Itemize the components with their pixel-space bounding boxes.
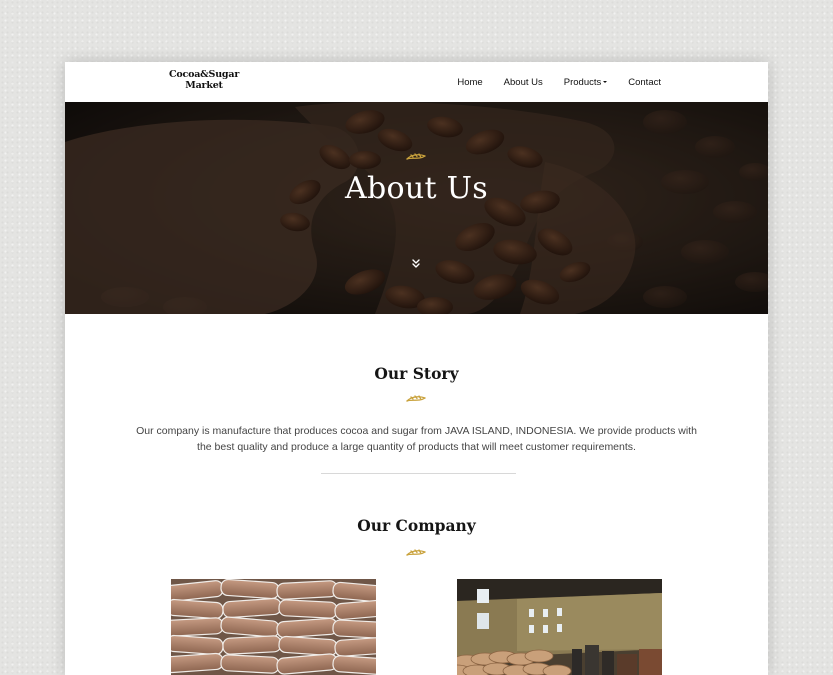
nav-item-products[interactable]: Products bbox=[564, 77, 608, 88]
nav-item-products-label: Products bbox=[563, 76, 602, 88]
wheat-ornament-icon bbox=[406, 549, 426, 556]
story-paragraph: Our company is manufacture that produces… bbox=[136, 425, 697, 453]
logo-line-1: Cocoa&Sugar bbox=[169, 69, 240, 80]
nav-item-home[interactable]: Home bbox=[457, 77, 482, 88]
company-title: Our Company bbox=[357, 516, 476, 535]
top-navbar: Cocoa&Sugar Market Home About Us Product… bbox=[65, 62, 768, 102]
double-chevron-down-icon[interactable] bbox=[410, 258, 422, 270]
warehouse-photo bbox=[457, 579, 662, 675]
hero-background-image bbox=[65, 102, 768, 314]
hero-title: About Us bbox=[345, 171, 488, 206]
nav-item-about-us[interactable]: About Us bbox=[504, 77, 543, 88]
wheat-ornament-icon bbox=[406, 395, 426, 402]
main-nav: Home About Us Products Contact bbox=[457, 62, 661, 102]
logo-line-2: Market bbox=[185, 80, 223, 91]
section-divider bbox=[321, 473, 516, 474]
wheat-ornament-icon bbox=[406, 153, 426, 160]
story-title: Our Story bbox=[374, 364, 459, 383]
nav-item-contact[interactable]: Contact bbox=[628, 77, 661, 88]
site-logo[interactable]: Cocoa&Sugar Market bbox=[169, 69, 239, 91]
stacked-sacks-photo bbox=[171, 579, 376, 675]
hero-banner: About Us bbox=[65, 102, 768, 314]
caret-down-icon bbox=[603, 80, 608, 83]
website-page: Cocoa&Sugar Market Home About Us Product… bbox=[65, 62, 768, 675]
